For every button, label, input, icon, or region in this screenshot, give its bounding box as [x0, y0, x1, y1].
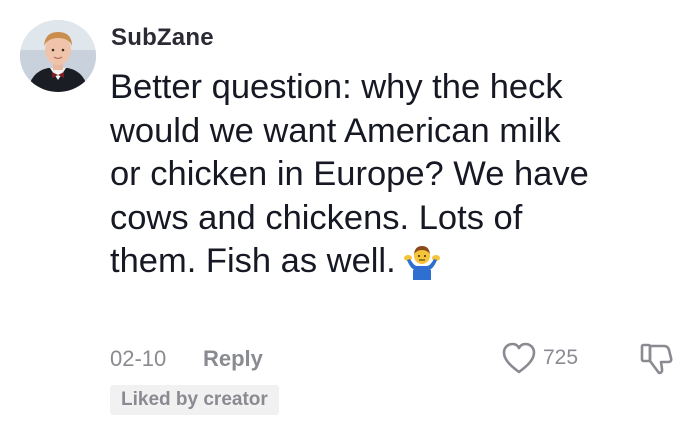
comment-text-last-line: them. Fish as well.	[110, 240, 670, 284]
comment-text: Better question: why the heck would we w…	[110, 66, 670, 284]
comment-date: 02-10	[110, 346, 167, 371]
comment-text-line: them. Fish as well.	[110, 242, 396, 280]
dislike-icon[interactable]	[636, 338, 676, 378]
liked-by-creator-badge: Liked by creator	[110, 385, 279, 415]
like-button[interactable]: 725	[501, 340, 578, 376]
comment-item: SubZane Better question: why the heck wo…	[0, 0, 700, 440]
comment-text-line: cows and chickens. Lots of	[110, 198, 523, 237]
like-count: 725	[543, 346, 579, 369]
avatar[interactable]	[20, 20, 96, 92]
comment-text-line: or chicken in Europe? We have	[110, 155, 589, 193]
reply-button[interactable]: Reply	[203, 346, 263, 372]
person-shrugging-icon	[402, 240, 442, 280]
avatar-image	[20, 20, 96, 92]
comment-author[interactable]: SubZane	[111, 24, 214, 52]
comment-text-line: Better question: why the heck	[110, 68, 563, 106]
heart-icon	[502, 342, 536, 374]
comment-text-line: would we want American milk	[110, 111, 561, 150]
